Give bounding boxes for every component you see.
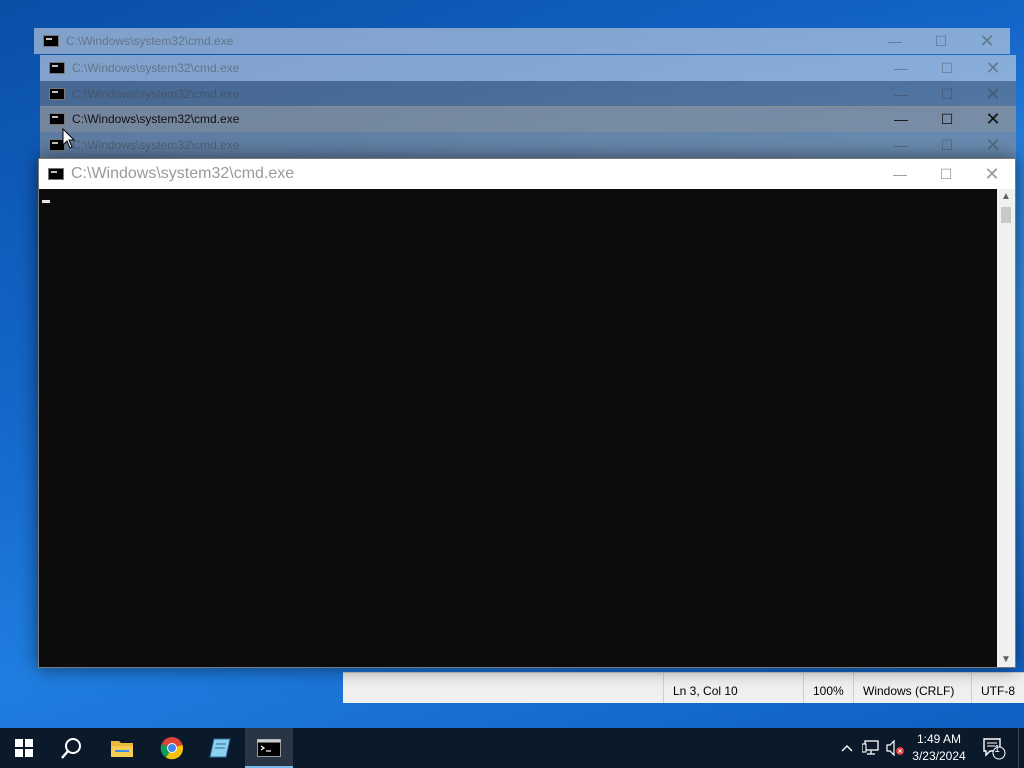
cmd-window-ghost-1[interactable]: C:\Windows\system32\cmd.exe — ☐ ✕ (34, 28, 1010, 54)
scroll-up-arrow[interactable]: ▲ (997, 191, 1015, 202)
window-title: C:\Windows\system32\cmd.exe (72, 87, 240, 101)
chrome-icon (160, 737, 184, 760)
cmd-icon (49, 113, 65, 125)
network-icon (862, 740, 879, 755)
cmd-taskbar-button[interactable] (245, 728, 293, 768)
minimize-button[interactable]: — (878, 86, 924, 102)
close-button[interactable]: ✕ (964, 31, 1010, 52)
notification-count: 1 (994, 744, 1000, 755)
scroll-down-arrow[interactable]: ▼ (997, 654, 1015, 665)
window-title: C:\Windows\system32\cmd.exe (71, 165, 295, 182)
console-output[interactable] (39, 189, 997, 667)
start-button[interactable] (0, 728, 48, 768)
network-button[interactable] (860, 728, 882, 768)
cmd-icon (257, 739, 281, 757)
folder-icon (111, 741, 133, 757)
cmd-icon (49, 62, 65, 74)
minimize-button[interactable]: — (877, 166, 923, 182)
mouse-pointer-icon (62, 128, 76, 149)
window-title: C:\Windows\system32\cmd.exe (72, 138, 240, 152)
close-button[interactable]: ✕ (970, 84, 1016, 105)
maximize-button[interactable]: ☐ (923, 166, 969, 183)
show-desktop-button[interactable] (1018, 728, 1024, 768)
notepad-status-bar: Ln 3, Col 10 100% Windows (CRLF) UTF-8 (343, 673, 1024, 703)
clock-time: 1:49 AM (916, 732, 962, 746)
cmd-icon (49, 88, 65, 100)
cmd-icon (48, 168, 64, 180)
chrome-button[interactable] (148, 728, 196, 768)
show-hidden-icons-button[interactable] (838, 728, 856, 768)
maximize-button[interactable]: ☐ (924, 60, 970, 77)
text-cursor (42, 200, 50, 203)
clock-date: 3/23/2024 (912, 749, 966, 763)
action-center-button[interactable]: 1 (980, 728, 1008, 768)
scroll-thumb[interactable] (1001, 207, 1011, 223)
status-line-ending: Windows (CRLF) (853, 673, 977, 703)
close-button[interactable]: ✕ (970, 109, 1016, 130)
chevron-up-icon (841, 745, 853, 752)
maximize-button[interactable]: ☐ (924, 111, 970, 128)
app-button[interactable] (196, 728, 244, 768)
maximize-button[interactable]: ☐ (924, 86, 970, 103)
minimize-button[interactable]: — (878, 137, 924, 153)
cmd-window-ghost-4[interactable]: C:\Windows\system32\cmd.exe — ☐ ✕ (40, 132, 1016, 158)
search-icon (61, 738, 81, 759)
maximize-button[interactable]: ☐ (924, 137, 970, 154)
vertical-scrollbar[interactable]: ▲ ▼ (997, 189, 1015, 667)
cmd-window-active-title[interactable]: C:\Windows\system32\cmd.exe — ☐ ✕ (40, 106, 1016, 132)
cmd-window-ghost-3[interactable]: C:\Windows\system32\cmd.exe — ☐ ✕ (40, 81, 1016, 107)
taskbar: 1:49 AM 3/23/2024 1 (0, 728, 1024, 768)
window-title: C:\Windows\system32\cmd.exe (72, 112, 240, 126)
search-button[interactable] (48, 728, 96, 768)
system-clock[interactable]: 1:49 AM 3/23/2024 (898, 728, 980, 768)
notepad-window[interactable]: Ln 3, Col 10 100% Windows (CRLF) UTF-8 (343, 672, 1024, 703)
minimize-button[interactable]: — (878, 111, 924, 127)
close-button[interactable]: ✕ (970, 58, 1016, 79)
status-position: Ln 3, Col 10 (663, 673, 803, 703)
windows-logo-icon (15, 739, 33, 757)
status-encoding: UTF-8 (971, 673, 1024, 703)
close-button[interactable]: ✕ (970, 135, 1016, 156)
file-explorer-button[interactable] (98, 728, 146, 768)
cmd-window-main[interactable]: C:\Windows\system32\cmd.exe — ☐ ✕ ▲ ▼ (38, 158, 1016, 668)
minimize-button[interactable]: — (872, 33, 918, 49)
cmd-window-ghost-2[interactable]: C:\Windows\system32\cmd.exe — ☐ ✕ (40, 55, 1016, 81)
window-title: C:\Windows\system32\cmd.exe (72, 61, 240, 75)
maximize-button[interactable]: ☐ (918, 33, 964, 50)
main-titlebar[interactable]: C:\Windows\system32\cmd.exe — ☐ ✕ (39, 159, 1015, 189)
status-zoom: 100% (803, 673, 853, 703)
minimize-button[interactable]: — (878, 60, 924, 76)
cmd-icon (43, 35, 59, 47)
notepad-app-icon (209, 738, 231, 758)
close-button[interactable]: ✕ (969, 164, 1015, 185)
window-title: C:\Windows\system32\cmd.exe (66, 34, 234, 48)
